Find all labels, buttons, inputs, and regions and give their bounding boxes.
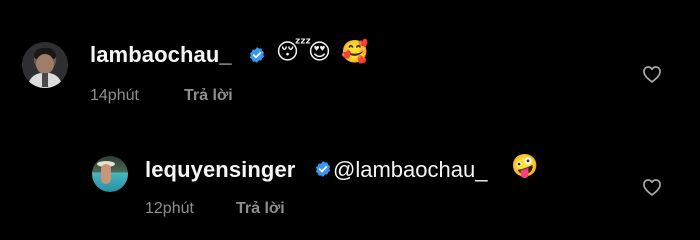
reply-avatar[interactable] [92, 156, 128, 192]
heart-eyes-emoji: 😍 [308, 40, 331, 65]
reply-button[interactable]: Trả lời [236, 200, 285, 218]
sleeping-face-emoji: 😴 [276, 40, 312, 65]
reply-time: 12phút [145, 200, 194, 217]
verified-badge-icon [315, 161, 331, 177]
avatar-shirt [42, 73, 48, 87]
comment-item: lambaochau_ 😴 😍 🥰 14phút Trả lời [0, 0, 700, 120]
verified-badge-icon [249, 47, 265, 63]
zany-face-emoji: 🤪 [511, 154, 539, 179]
comment-time: 14phút [90, 87, 139, 104]
comment-username[interactable]: lambaochau_ [90, 42, 232, 68]
heart-outline-icon[interactable] [641, 176, 663, 198]
avatar-face [36, 54, 54, 74]
avatar-person [101, 164, 111, 184]
avatar[interactable] [22, 42, 68, 88]
smiling-hearts-emoji: 🥰 [341, 40, 369, 65]
reply-mention[interactable]: @lambaochau_ [333, 157, 487, 183]
reply-button[interactable]: Trả lời [184, 87, 233, 105]
reply-username[interactable]: lequyensinger [145, 157, 295, 183]
heart-outline-icon[interactable] [641, 63, 663, 85]
